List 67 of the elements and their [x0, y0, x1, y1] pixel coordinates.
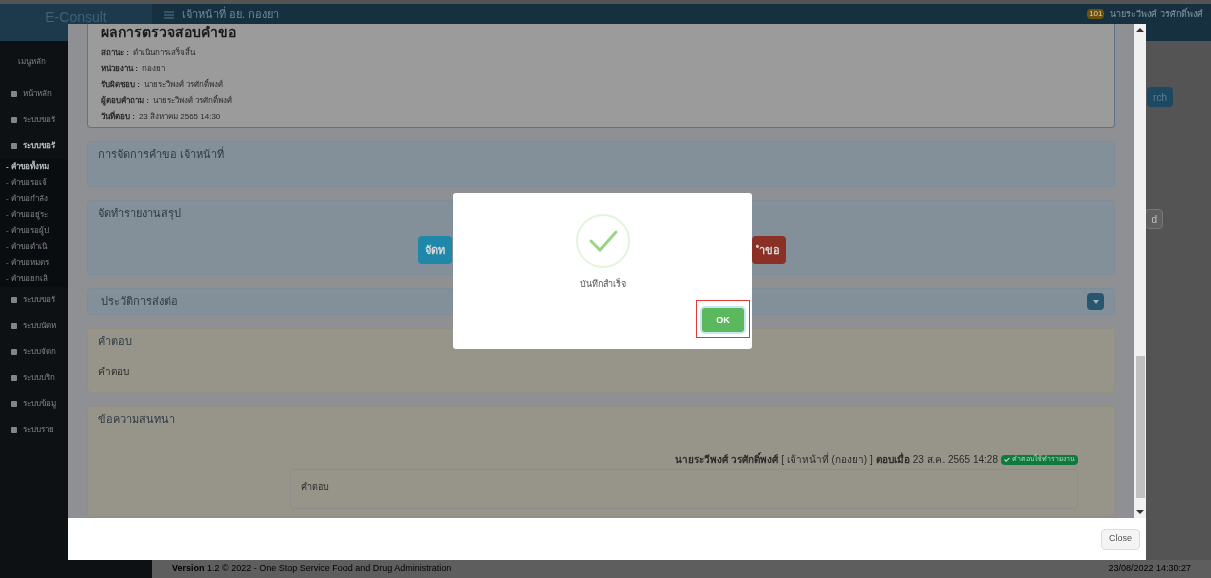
menu-item-icon	[10, 348, 18, 356]
panel-title: ประวัติการส่งต่อ	[100, 294, 178, 310]
scrollbar-thumb[interactable]	[1135, 356, 1145, 498]
panel-title: คำตอบ	[98, 334, 132, 350]
field-label: รับผิดชอบ :	[101, 79, 140, 91]
field-value: 23 สิงหาคม 2565 14:30	[138, 111, 221, 123]
sidebar-item[interactable]: ระบบนัดห	[0, 313, 68, 339]
sidebar-item[interactable]: ระบบราย	[0, 417, 68, 443]
menu-item-icon	[10, 400, 18, 408]
notification-badge[interactable]: 101	[1087, 9, 1105, 19]
sidebar-item[interactable]: ระบบขอรั	[0, 107, 68, 133]
result-title: ผลการตรวจสอบคำขอ	[101, 24, 237, 42]
sidebar-item[interactable]: - คำขอรอเจ้	[0, 175, 68, 191]
header-title: เจ้าหน้าที่ อย. กองยา	[182, 7, 280, 21]
sidebar-item[interactable]: ระบบบริก	[0, 365, 68, 391]
field-value: นายระวีพงศ์ วรศักดิ์พงศ์	[143, 79, 224, 91]
sidebar-item[interactable]: ระบบขอรั	[0, 287, 68, 313]
sidebar-item[interactable]: - คำขอดำเนิ	[0, 239, 68, 255]
menu-item-icon	[10, 296, 18, 304]
menu-icon[interactable]	[164, 11, 174, 19]
sidebar-item[interactable]: ระบบจัดก	[0, 339, 68, 365]
menu-item-icon	[10, 374, 18, 382]
sidebar-item[interactable]: ระบบขอรั	[0, 133, 68, 159]
field-value: กองยา	[141, 63, 165, 75]
author-name: นายระวีพงศ์ วรศักดิ์พงศ์	[675, 452, 779, 467]
sidebar-item[interactable]: - คำขอทั้งหม	[0, 159, 68, 175]
sidebar-item[interactable]: - คำขอยกเลิ	[0, 271, 68, 287]
panel-title: ข้อความสนทนา	[98, 412, 175, 428]
user-name[interactable]: นายระวีพงศ์ วรศักดิ์พงศ์	[1110, 7, 1203, 21]
close-button[interactable]: Close	[1101, 528, 1140, 550]
author-role: [ เจ้าหน้าที่ (กองยา) ]	[781, 452, 873, 467]
sidebar-item[interactable]: ระบบข้อมู	[0, 391, 68, 417]
field-label: ผู้ตอบคำถาม :	[101, 95, 149, 107]
success-check-icon	[574, 213, 631, 269]
panel-title: จัดทำรายงานสรุป	[98, 206, 181, 222]
version-text: Version 1.2 © 2022 - One Stop Service Food and Drug Administration	[172, 562, 452, 576]
sidebar-item[interactable]: - คำขอกำลัง	[0, 191, 68, 207]
menu-item-icon	[10, 116, 18, 124]
field-label: สถานะ :	[101, 47, 129, 59]
menu-item-icon	[10, 90, 18, 98]
panel-title: การจัดการคำขอ เจ้าหน้าที่	[98, 146, 225, 163]
sidebar-item[interactable]: - คำขอหมดร	[0, 255, 68, 271]
sidebar-heading: เมนูหลัก	[18, 57, 46, 66]
footer-timestamp: 23/08/2022 14:30:27	[1108, 562, 1191, 576]
sidebar-item[interactable]: หน้าหลัก	[0, 81, 68, 107]
message-bubble: คำตอบ	[290, 469, 1078, 509]
action-button[interactable]: จัดท	[418, 236, 452, 264]
menu-item-icon	[10, 322, 18, 330]
sidebar-item[interactable]: - คำขออยู่ระ	[0, 207, 68, 223]
field-label: หน่วยงาน :	[101, 63, 138, 75]
field-label: วันที่ตอบ :	[101, 111, 135, 123]
answer-time: 23 ส.ค. 2565 14:28	[912, 453, 998, 467]
menu-item-icon	[10, 142, 18, 150]
answered-label: ตอบเมื่อ	[875, 452, 910, 467]
action-button[interactable]: ำขอ	[752, 236, 786, 264]
caret-icon	[1092, 299, 1099, 304]
menu-item-icon	[10, 426, 18, 434]
scroll-up-arrow-icon[interactable]	[1136, 28, 1144, 32]
expand-toggle-button[interactable]	[1087, 293, 1104, 310]
field-value: นายระวีพงศ์ วรศักดิ์พงศ์	[152, 95, 233, 107]
answer-text: คำตอบ	[97, 365, 130, 379]
check-icon	[1004, 457, 1010, 462]
scroll-down-arrow-icon[interactable]	[1136, 510, 1144, 514]
scrollbar[interactable]	[1134, 24, 1146, 518]
field-value: ดำเนินการเสร็จสิ้น	[132, 47, 195, 59]
sidebar-item[interactable]: - คำขอรอผู้ป	[0, 223, 68, 239]
dialog-message: บันทึกสำเร็จ	[579, 278, 626, 291]
